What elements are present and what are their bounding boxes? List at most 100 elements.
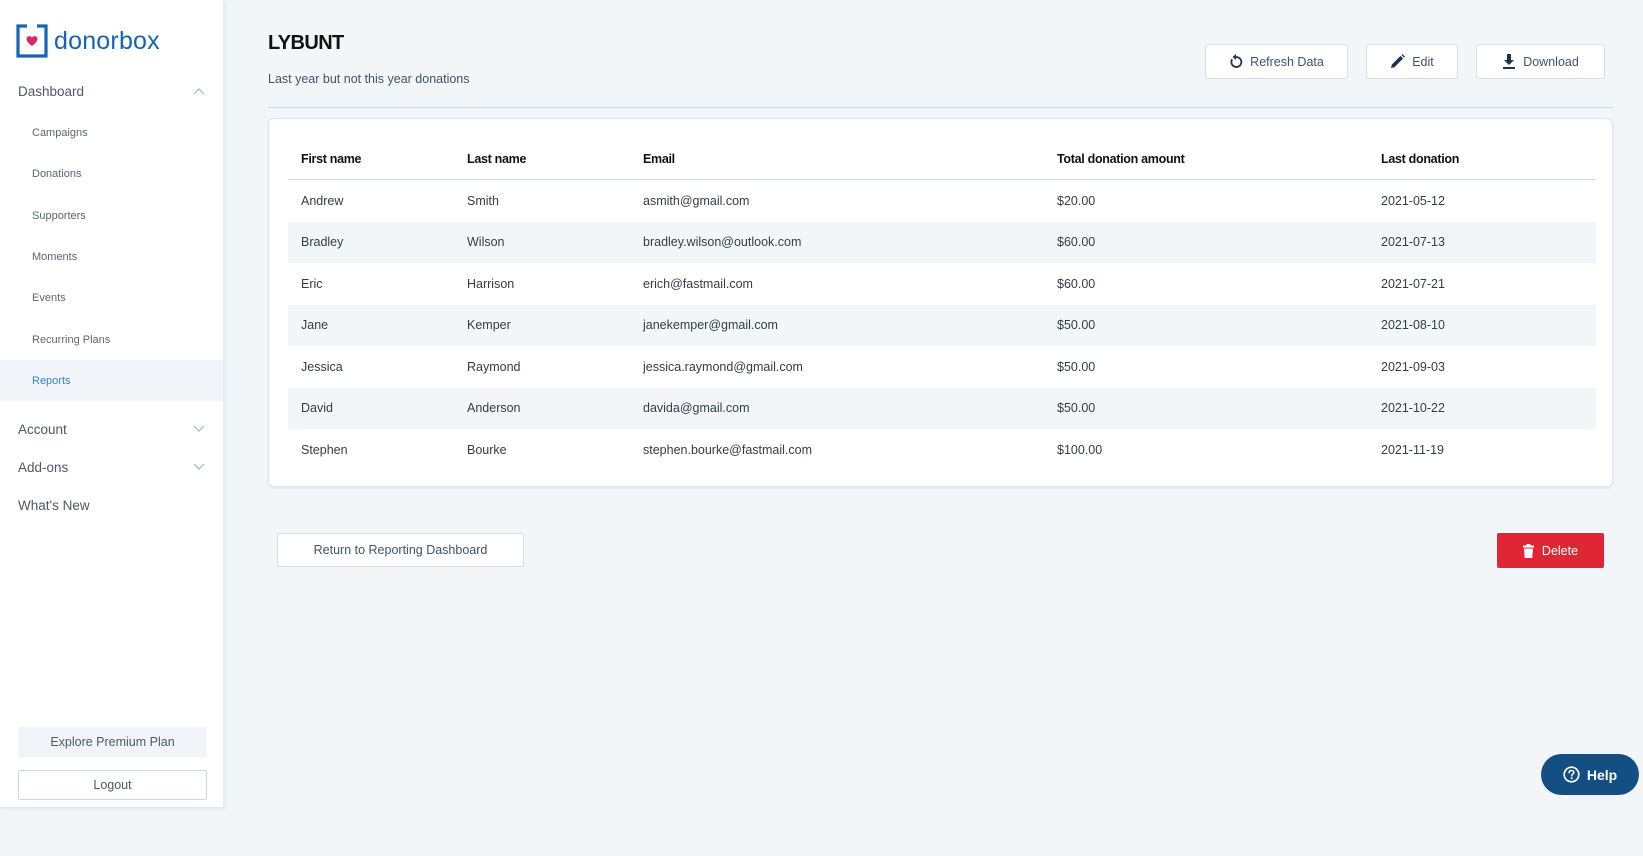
refresh-data-label: Refresh Data — [1250, 54, 1324, 69]
cell-last-name: Bourke — [467, 442, 507, 457]
table-row: Andrew Smith asmith@gmail.com $20.00 202… — [288, 180, 1596, 222]
cell-last-donation: 2021-11-19 — [1381, 442, 1445, 457]
sidebar-section-label: Dashboard — [18, 83, 85, 99]
sidebar-item-label: Recurring Plans — [32, 333, 111, 346]
sidebar-item-label: Events — [32, 291, 66, 304]
cell-email: davida@gmail.com — [643, 401, 750, 416]
donorbox-logo-icon — [16, 24, 48, 58]
sidebar-section-add-ons[interactable]: Add-ons — [0, 456, 223, 478]
sidebar-section-account[interactable]: Account — [0, 418, 223, 440]
cell-last-donation: 2021-10-22 — [1381, 401, 1445, 416]
edit-button[interactable]: Edit — [1366, 44, 1458, 79]
cell-total-donation: $50.00 — [1057, 359, 1096, 374]
sidebar-section-dashboard[interactable]: Dashboard — [0, 80, 223, 102]
cell-first-name: Jessica — [301, 359, 343, 374]
sidebar-item-donations[interactable]: Donations — [0, 153, 223, 194]
help-label: Help — [1586, 766, 1618, 783]
refresh-icon — [1230, 54, 1243, 68]
sidebar-item-supporters[interactable]: Supporters — [0, 195, 223, 236]
sidebar-section-label: What's New — [18, 497, 90, 513]
cell-last-name: Anderson — [467, 401, 521, 416]
sidebar-item-label: Donations — [32, 167, 82, 180]
trash-icon — [1522, 543, 1534, 558]
delete-label: Delete — [1541, 543, 1579, 558]
sidebar-item-recurring-plans[interactable]: Recurring Plans — [0, 319, 223, 360]
sidebar-item-moments[interactable]: Moments — [0, 236, 223, 277]
report-table-card: First name Last name Email Total donatio… — [268, 118, 1613, 487]
cell-last-donation: 2021-09-03 — [1381, 359, 1445, 374]
cell-email: asmith@gmail.com — [643, 193, 750, 208]
donorbox-logo[interactable]: donorbox — [16, 24, 160, 58]
cell-last-name: Smith — [467, 193, 499, 208]
cell-last-donation: 2021-05-12 — [1381, 193, 1445, 208]
cell-first-name: David — [301, 401, 333, 416]
delete-button[interactable]: Delete — [1497, 533, 1604, 568]
cell-email: bradley.wilson@outlook.com — [643, 235, 802, 250]
cell-last-name: Wilson — [467, 235, 505, 250]
table-row: Bradley Wilson bradley.wilson@outlook.co… — [288, 221, 1596, 263]
cell-last-donation: 2021-07-21 — [1381, 276, 1445, 291]
cell-last-name: Kemper — [467, 318, 511, 333]
sidebar-section-whats-new[interactable]: What's New — [0, 494, 223, 516]
chevron-up-icon — [193, 88, 205, 95]
chevron-down-icon — [193, 463, 205, 470]
question-circle-icon — [1563, 766, 1580, 783]
sidebar-item-reports[interactable]: Reports — [0, 360, 223, 401]
sidebar-item-label: Moments — [32, 250, 78, 263]
cell-first-name: Bradley — [301, 235, 344, 250]
table-body: Andrew Smith asmith@gmail.com $20.00 202… — [288, 180, 1596, 471]
table-row: Jane Kemper janekemper@gmail.com $50.00 … — [288, 304, 1596, 346]
cell-last-name: Harrison — [467, 276, 515, 291]
cell-total-donation: $60.00 — [1057, 235, 1096, 250]
cell-email: jessica.raymond@gmail.com — [643, 359, 803, 374]
table-row: Jessica Raymond jessica.raymond@gmail.co… — [288, 346, 1596, 388]
cell-last-name: Raymond — [467, 359, 521, 374]
header-divider — [268, 107, 1613, 108]
cell-total-donation: $20.00 — [1057, 193, 1096, 208]
sidebar-item-events[interactable]: Events — [0, 277, 223, 318]
sidebar-section-label: Account — [18, 421, 67, 437]
download-icon — [1503, 54, 1516, 69]
cell-total-donation: $50.00 — [1057, 318, 1096, 333]
table-row: Stephen Bourke stephen.bourke@fastmail.c… — [288, 429, 1596, 471]
cell-total-donation: $50.00 — [1057, 401, 1096, 416]
help-button[interactable]: Help — [1541, 754, 1639, 795]
logout-button[interactable]: Logout — [18, 770, 207, 800]
lybunt-table: First name Last name Email Total donatio… — [288, 139, 1596, 471]
edit-label: Edit — [1412, 54, 1434, 69]
sidebar-item-label: Campaigns — [32, 126, 88, 139]
cell-total-donation: $100.00 — [1057, 442, 1103, 457]
cell-last-donation: 2021-07-13 — [1381, 235, 1445, 250]
refresh-data-button[interactable]: Refresh Data — [1205, 44, 1348, 79]
return-to-reporting-dashboard-button[interactable]: Return to Reporting Dashboard — [277, 533, 524, 567]
column-header-total-donation-amount[interactable]: Total donation amount — [1057, 152, 1381, 166]
cell-email: janekemper@gmail.com — [643, 318, 778, 333]
brand-name: donorbox — [54, 26, 160, 55]
column-header-first-name[interactable]: First name — [288, 152, 467, 166]
page-title: LYBUNT — [268, 32, 344, 54]
cell-email: stephen.bourke@fastmail.com — [643, 442, 813, 457]
cell-first-name: Jane — [301, 318, 329, 333]
column-header-last-name[interactable]: Last name — [467, 152, 643, 166]
sidebar: donorbox Dashboard Campaigns Donations S… — [0, 0, 225, 807]
sidebar-item-label: Reports — [32, 374, 71, 387]
download-button[interactable]: Download — [1476, 44, 1605, 79]
sidebar-section-label: Add-ons — [18, 459, 69, 475]
sidebar-item-label: Supporters — [32, 209, 86, 222]
column-header-email[interactable]: Email — [643, 152, 1057, 166]
cell-first-name: Stephen — [301, 442, 348, 457]
download-label: Download — [1523, 54, 1579, 69]
cell-first-name: Eric — [301, 276, 323, 291]
chevron-down-icon — [193, 425, 205, 432]
table-row: Eric Harrison erich@fastmail.com $60.00 … — [288, 263, 1596, 305]
explore-premium-plan-button[interactable]: Explore Premium Plan — [18, 727, 207, 757]
cell-email: erich@fastmail.com — [643, 276, 753, 291]
table-row: David Anderson davida@gmail.com $50.00 2… — [288, 387, 1596, 429]
sidebar-item-campaigns[interactable]: Campaigns — [0, 112, 223, 153]
column-header-last-donation[interactable]: Last donation — [1381, 152, 1596, 166]
cell-last-donation: 2021-08-10 — [1381, 318, 1445, 333]
cell-total-donation: $60.00 — [1057, 276, 1096, 291]
pencil-icon — [1391, 54, 1406, 68]
cell-first-name: Andrew — [301, 193, 344, 208]
table-header: First name Last name Email Total donatio… — [288, 139, 1596, 180]
